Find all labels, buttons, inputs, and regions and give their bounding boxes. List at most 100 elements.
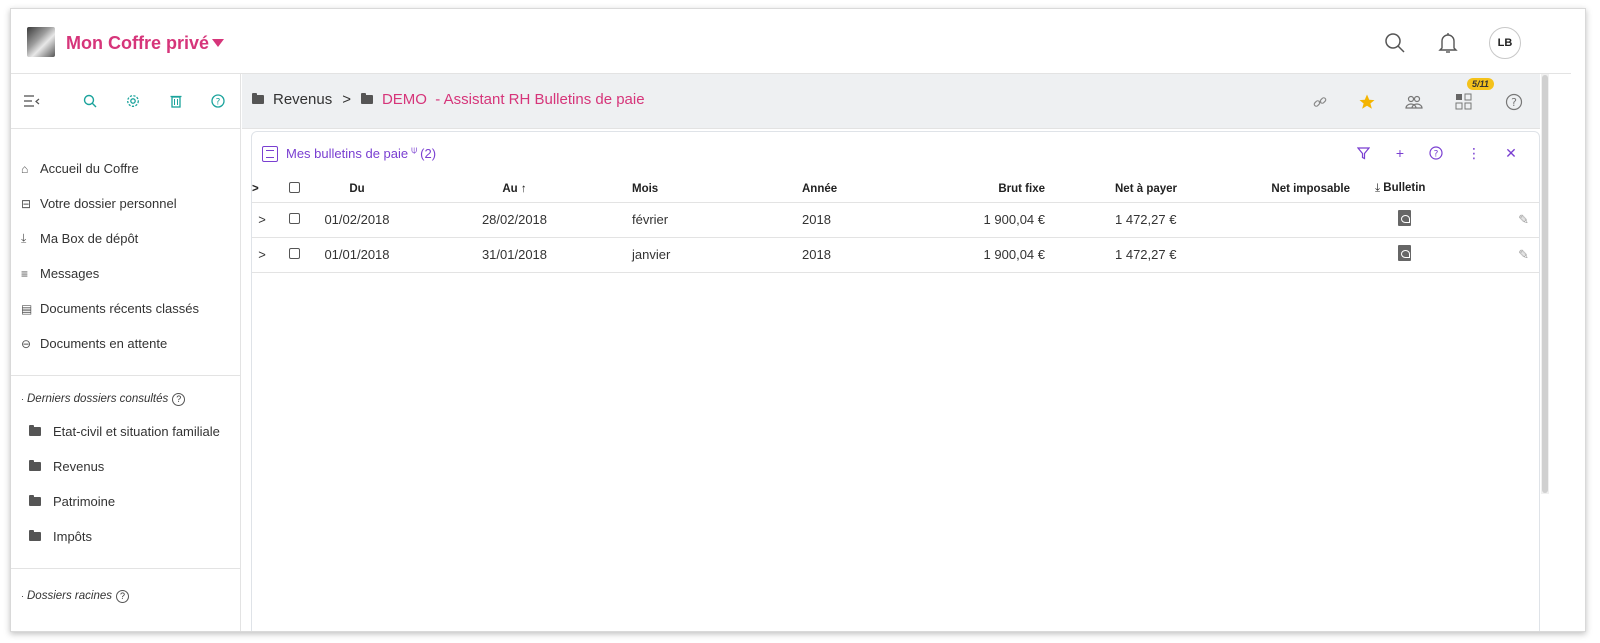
count-badge: 5/11	[1467, 78, 1494, 90]
expand-row-icon[interactable]: >	[252, 202, 272, 238]
select-all-cell	[272, 176, 317, 203]
row-select-cell	[272, 237, 317, 273]
download-icon: ⤓	[1375, 182, 1381, 195]
help-icon[interactable]: ?	[1504, 92, 1524, 112]
cell-actions: ✎	[1450, 202, 1539, 238]
cell-net-a-payer: 1 472,27 €	[1045, 237, 1240, 273]
pdf-icon[interactable]	[1398, 210, 1411, 226]
svg-text:?: ?	[1511, 96, 1517, 109]
sidebar-item-label: Messages	[40, 266, 100, 281]
sidebar-divider	[11, 375, 240, 376]
table-header-row: > Du Au ↑ Mois Année Brut fixe Net à pay…	[252, 176, 1539, 203]
users-icon[interactable]	[1404, 92, 1424, 112]
column-mois[interactable]: Mois	[632, 176, 802, 203]
pencil-icon[interactable]: ✎	[1518, 212, 1529, 227]
column-bulletin[interactable]: ⤓ Bulletin	[1350, 176, 1450, 203]
cell-annee: 2018	[802, 202, 962, 238]
pencil-icon[interactable]: ✎	[1518, 247, 1529, 262]
sidebar-nav: ⌂ Accueil du Coffre ⊟ Votre dossier pers…	[11, 129, 240, 361]
expand-all-icon[interactable]: >	[252, 176, 272, 203]
cell-du: 01/01/2018	[317, 237, 397, 273]
recent-folder-item[interactable]: Impôts	[11, 519, 240, 554]
panel-count: (2)	[420, 146, 437, 161]
folder-label: Impôts	[53, 529, 93, 544]
sidebar-item-documents-recents[interactable]: ▤ Documents récents classés	[11, 291, 240, 326]
user-avatar[interactable]: LB	[1489, 27, 1521, 59]
root-folders-label: Dossiers racines	[27, 590, 112, 602]
sidebar-item-label: Documents récents classés	[40, 301, 199, 316]
sidebar-item-label: Ma Box de dépôt	[40, 231, 139, 246]
filter-icon[interactable]	[1354, 144, 1372, 162]
chevron-right-icon: >	[342, 91, 351, 108]
cell-actions: ✎	[1450, 237, 1539, 273]
caret-down-icon[interactable]	[212, 39, 224, 47]
more-vertical-icon[interactable]: ⋮	[1465, 144, 1483, 162]
collapse-menu-icon[interactable]	[23, 92, 41, 110]
search-icon[interactable]	[81, 92, 99, 110]
cell-brut-fixe: 1 900,04 €	[962, 237, 1045, 273]
apps-grid-icon[interactable]	[1454, 92, 1474, 112]
panel-title-text: Mes bulletins de paie	[286, 146, 409, 161]
table-row[interactable]: > 01/01/2018 31/01/2018 janvier 2018 1 9…	[252, 237, 1539, 273]
app-title[interactable]: Mon Coffre privé	[66, 33, 209, 54]
column-annee[interactable]: Année	[802, 176, 962, 203]
cell-net-imposable	[1240, 237, 1350, 273]
cell-annee: 2018	[802, 237, 962, 273]
select-all-checkbox[interactable]	[289, 181, 300, 193]
column-du[interactable]: Du	[317, 176, 397, 203]
breadcrumb-parent[interactable]: Revenus	[273, 91, 332, 108]
panel-header: Mes bulletins de paie ⍦ (2) + ? ⋮ ✕	[252, 132, 1539, 176]
link-icon[interactable]	[1310, 92, 1330, 112]
breadcrumb: Revenus > DEMO - Assistant RH Bulletins …	[252, 91, 645, 108]
cell-mois: janvier	[632, 237, 802, 273]
help-icon[interactable]: ?	[1427, 144, 1445, 162]
sidebar-item-dossier-personnel[interactable]: ⊟ Votre dossier personnel	[11, 186, 240, 221]
breadcrumb-bar: Revenus > DEMO - Assistant RH Bulletins …	[242, 74, 1540, 129]
help-icon[interactable]: ?	[116, 589, 129, 603]
recent-folder-item[interactable]: Patrimoine	[11, 484, 240, 519]
table-row[interactable]: > 01/02/2018 28/02/2018 février 2018 1 9…	[252, 202, 1539, 238]
root-folders-title: · Dossiers racines ?	[11, 581, 240, 611]
folder-icon	[29, 495, 41, 506]
svg-text:?: ?	[1434, 150, 1439, 160]
column-net-imposable[interactable]: Net imposable	[1240, 176, 1350, 203]
row-checkbox[interactable]	[289, 213, 300, 224]
sidebar-item-accueil[interactable]: ⌂ Accueil du Coffre	[11, 151, 240, 186]
inbox-icon: ⊖	[21, 336, 32, 351]
sidebar: ? ⌂ Accueil du Coffre ⊟ Votre dossier pe…	[11, 74, 241, 631]
scrollbar-thumb[interactable]	[1542, 75, 1548, 493]
cell-au: 28/02/2018	[397, 202, 632, 238]
pdf-icon[interactable]	[1398, 245, 1411, 261]
sort-asc-icon: ↑	[517, 182, 527, 195]
sidebar-item-box-depot[interactable]: ⤓ Ma Box de dépôt	[11, 221, 240, 256]
bell-icon[interactable]	[1436, 31, 1460, 55]
tree-icon: ⍦	[411, 145, 418, 156]
document-icon: ▤	[21, 301, 33, 316]
expand-row-icon[interactable]: >	[252, 237, 272, 273]
close-icon[interactable]: ✕	[1502, 144, 1520, 162]
column-brut-fixe[interactable]: Brut fixe	[962, 176, 1045, 203]
gear-icon[interactable]	[124, 92, 142, 110]
sidebar-item-messages[interactable]: ≡ Messages	[11, 256, 240, 291]
recent-folders-title: · Derniers dossiers consultés ?	[11, 384, 240, 414]
column-net-a-payer[interactable]: Net à payer	[1045, 176, 1240, 203]
recent-folder-item[interactable]: Revenus	[11, 449, 240, 484]
recent-folder-item[interactable]: Etat-civil et situation familiale	[11, 414, 240, 449]
svg-text:?: ?	[216, 98, 221, 108]
plus-icon[interactable]: +	[1391, 144, 1409, 162]
top-bar: Mon Coffre privé LB	[11, 9, 1571, 74]
star-icon[interactable]	[1357, 92, 1377, 112]
column-actions	[1450, 176, 1539, 203]
sidebar-item-documents-attente[interactable]: ⊖ Documents en attente	[11, 326, 240, 361]
folder-label: Etat-civil et situation familiale	[53, 424, 220, 439]
row-checkbox[interactable]	[289, 248, 300, 259]
search-icon[interactable]	[1383, 31, 1407, 55]
help-icon[interactable]: ?	[209, 92, 227, 110]
breadcrumb-current: DEMO - Assistant RH Bulletins de paie	[381, 91, 645, 108]
trash-icon[interactable]	[167, 92, 185, 110]
help-icon[interactable]: ?	[172, 392, 186, 406]
cell-brut-fixe: 1 900,04 €	[962, 202, 1045, 238]
recent-folders-label: Derniers dossiers consultés	[27, 393, 169, 405]
column-au[interactable]: Au ↑	[397, 176, 632, 203]
cell-bulletin	[1350, 202, 1450, 238]
